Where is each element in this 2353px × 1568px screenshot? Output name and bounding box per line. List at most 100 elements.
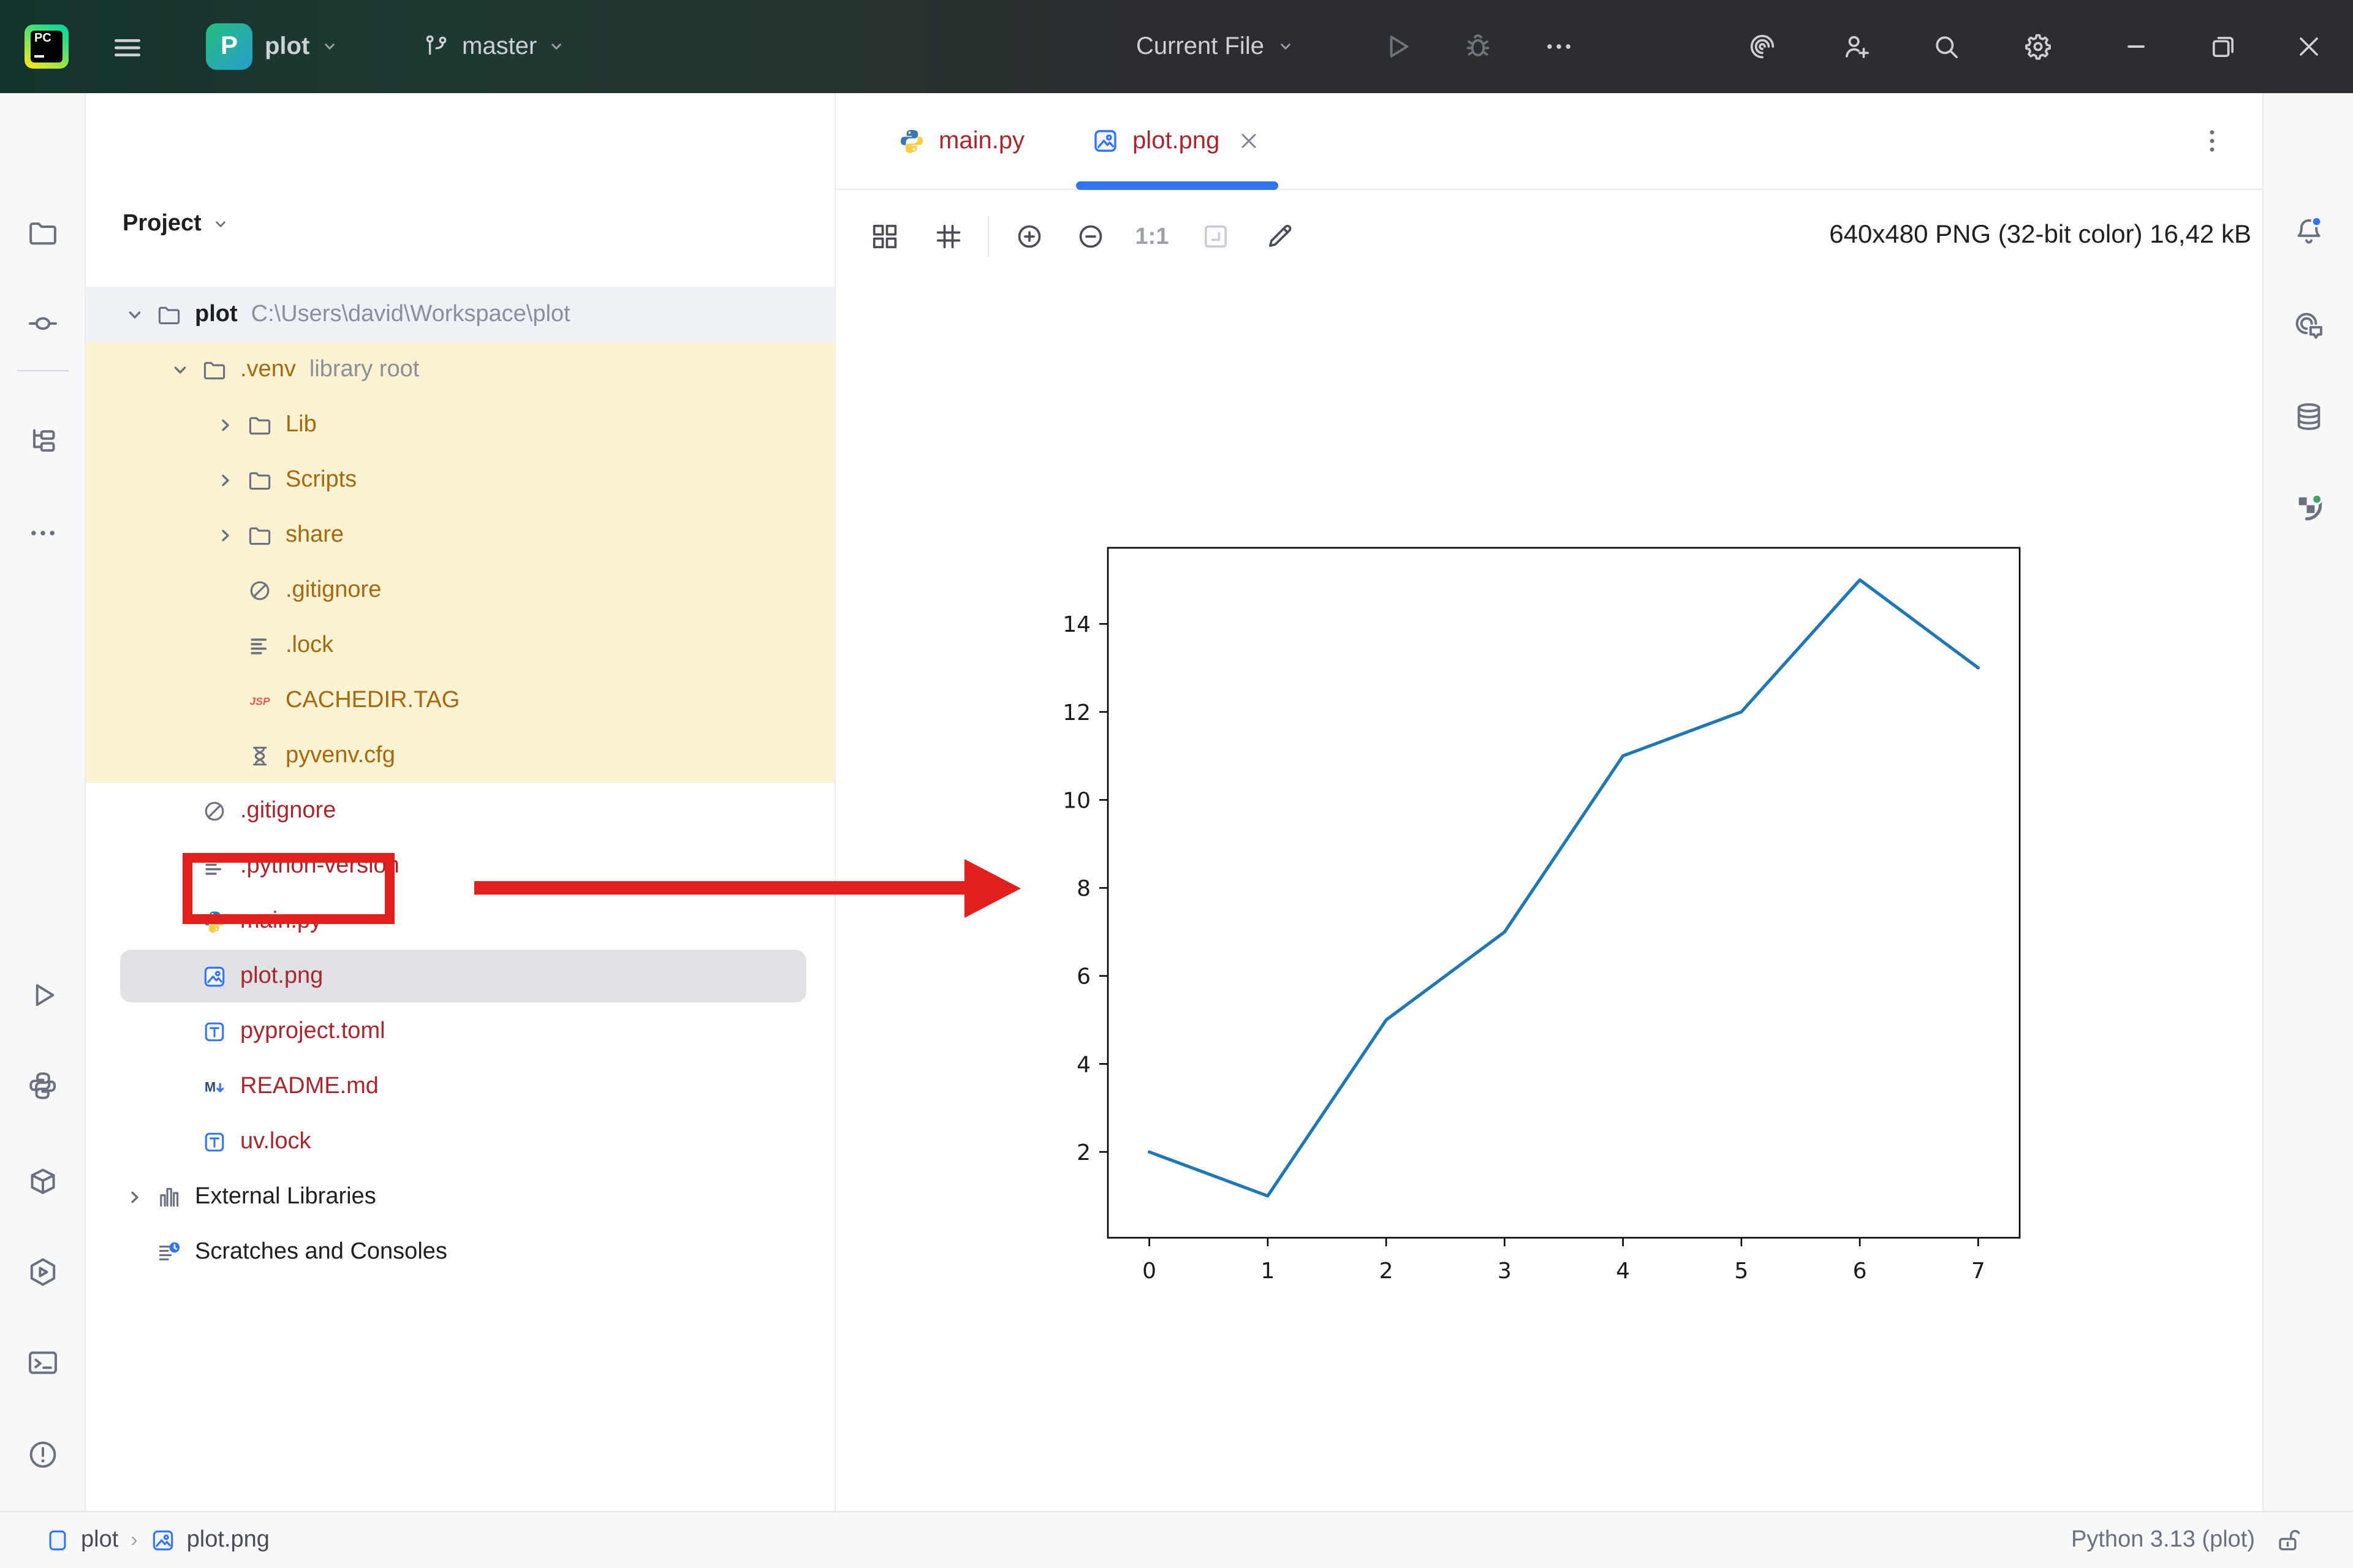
tree-item-pyproject-toml[interactable]: pyproject.toml [86,1004,836,1059]
database-icon[interactable] [2292,400,2326,434]
tree-item-share[interactable]: share [86,507,836,562]
breadcrumb-file[interactable]: plot.png [187,1527,270,1554]
ignore-icon [201,797,228,824]
structure-icon[interactable] [26,424,60,458]
zoom-in-icon[interactable] [1014,221,1045,252]
tree-item-scripts[interactable]: Scripts [86,452,836,507]
status-bar: plot › plot.png Python 3.13 (plot) [0,1511,2353,1568]
interpreter-widget[interactable]: Python 3.13 (plot) [2071,1527,2255,1554]
panel-title: Project [123,211,202,238]
svg-text:12: 12 [1063,700,1091,725]
chevron-right-icon[interactable] [211,465,240,494]
strip-divider [17,370,69,371]
title-bar: PC P plot master Current File [0,0,2353,93]
notifications-icon[interactable] [2292,214,2326,249]
ai-assistant-icon[interactable] [1746,31,1778,62]
tree-item-lock[interactable]: .lock [86,618,836,673]
branch-widget[interactable]: master [422,0,569,93]
tab-plot-png[interactable]: plot.png [1074,93,1281,189]
project-tool-window: Project plotC:\Users\david\Workspace\plo… [86,93,836,1511]
minimize-icon[interactable] [2120,31,2152,62]
python-packages-icon[interactable] [26,1164,60,1199]
tree-item-label: plot.png [240,963,323,990]
tree-item-label: .venv [240,356,296,383]
svg-text:6: 6 [1853,1259,1867,1284]
tree-item-label: .gitignore [286,577,381,604]
active-tab-indicator [1076,181,1278,190]
chevron-down-icon[interactable] [120,300,150,329]
project-widget[interactable]: plot [265,0,341,93]
edit-externally-icon[interactable] [1264,221,1295,252]
editor-area: main.py plot.png 1:1 640x480 PNG (32-bit… [836,93,2262,1511]
breadcrumb-project[interactable]: plot [81,1527,118,1554]
main-menu-icon[interactable] [110,31,145,65]
chevron-spacer [165,1127,195,1156]
tree-item-gitignore[interactable]: .gitignore [86,783,836,838]
tree-item-pyvenv-cfg[interactable]: pyvenv.cfg [86,728,836,783]
tab-options-icon[interactable] [2196,125,2228,157]
tree-item-cachedir-tag[interactable]: JSPCACHEDIR.TAG [86,673,836,728]
chevron-down-icon [544,34,569,59]
chevron-spacer [211,741,240,770]
close-window-icon[interactable] [2293,31,2325,62]
branch-icon [422,32,451,61]
problems-icon[interactable] [26,1437,60,1472]
run-icon[interactable] [26,978,60,1012]
debug-icon[interactable] [1461,29,1495,64]
actual-size-button[interactable]: 1:1 [1135,224,1169,251]
tree-item-label: Scripts [286,466,357,493]
tree-item-uv-lock[interactable]: uv.lock [86,1114,836,1169]
run-icon[interactable] [1380,29,1414,64]
tree-item-plot-png[interactable]: plot.png [86,949,836,1004]
chevron-spacer [165,796,195,825]
more-options-icon[interactable] [26,516,60,550]
search-icon[interactable] [1930,31,1962,62]
chevron-spacer [120,1237,150,1267]
run-config-name: Current File [1136,32,1264,61]
add-user-icon[interactable] [1841,31,1873,62]
fit-window-icon[interactable] [1200,221,1232,252]
commit-icon[interactable] [26,306,60,341]
tab-main-py[interactable]: main.py [880,93,1042,189]
lock-open-icon[interactable] [2275,1526,2304,1555]
ai-chat-icon[interactable] [2292,309,2326,343]
tree-item-gitignore[interactable]: .gitignore [86,562,836,618]
restore-window-icon[interactable] [2207,31,2239,62]
services-icon[interactable] [26,1255,60,1289]
python-console-icon[interactable] [26,1069,60,1103]
right-tool-strip [2262,93,2353,1511]
settings-icon[interactable] [2022,31,2054,62]
tree-item-suffix: library root [309,356,420,383]
zoom-out-icon[interactable] [1075,221,1107,252]
annotation-highlight-box [183,853,395,924]
chevron-right-icon[interactable] [120,1182,150,1211]
terminal-icon[interactable] [26,1346,60,1380]
project-panel-header[interactable]: Project [123,211,233,238]
editor-tab-bar: main.py plot.png [836,93,2262,190]
plugins-icon[interactable] [2292,490,2326,525]
folder-icon [246,466,273,493]
chevron-right-icon[interactable] [211,520,240,550]
chevron-right-icon[interactable] [211,410,240,439]
tree-item-plot[interactable]: plotC:\Users\david\Workspace\plot [86,287,836,342]
project-icon[interactable] [26,216,60,250]
more-options-icon[interactable] [1542,29,1576,64]
pycharm-window: PC P plot master Current File Project [0,0,2353,1568]
svg-text:2: 2 [1379,1259,1393,1284]
run-configuration-selector[interactable]: Current File [1136,0,1298,93]
grid-icon[interactable] [933,221,964,252]
tree-item-venv[interactable]: .venv library root [86,342,836,397]
close-tab-icon[interactable] [1234,126,1264,156]
config-icon [246,742,273,769]
chevron-down-icon[interactable] [165,355,195,384]
folder-icon [246,521,273,548]
text-file-blue-icon [201,1128,228,1155]
chevron-down-icon [1274,34,1298,59]
tree-item-readme-md[interactable]: MREADME.md [86,1059,836,1114]
tree-item-external-libraries[interactable]: External Libraries [86,1169,836,1224]
chessboard-icon[interactable] [869,221,901,252]
chevron-spacer [165,1072,195,1101]
tree-item-scratches-and-consoles[interactable]: Scratches and Consoles [86,1224,836,1279]
tree-item-lib[interactable]: Lib [86,397,836,452]
svg-text:6: 6 [1077,964,1091,990]
